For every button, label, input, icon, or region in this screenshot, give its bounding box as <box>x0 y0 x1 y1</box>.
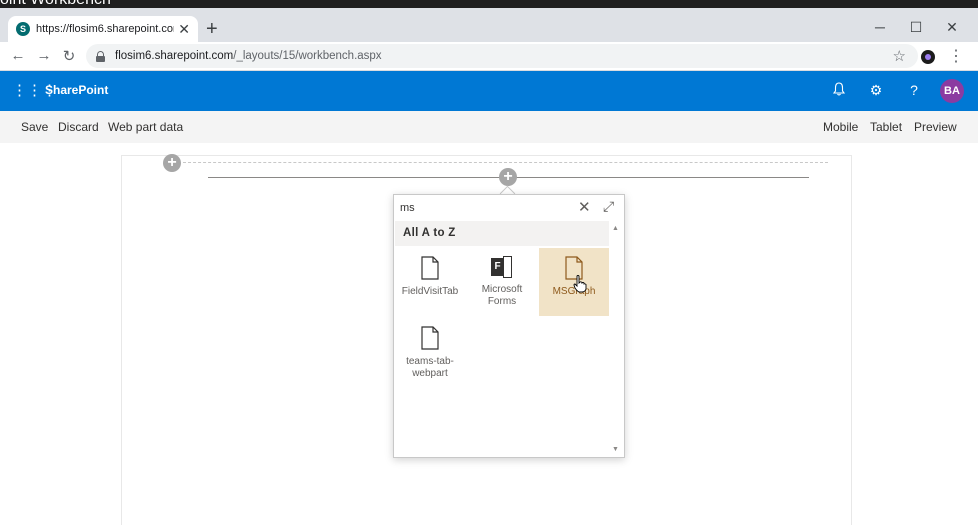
browser-toolbar: ← → ↻ flosim6.sharepoint.com/_layouts/15… <box>0 42 978 71</box>
save-button[interactable]: Save <box>21 120 48 134</box>
browser-tab[interactable]: S https://flosim6.sharepoint.com/_l ✕ <box>8 16 198 42</box>
clear-search-icon[interactable]: ✕ <box>578 198 591 216</box>
tab-close-icon[interactable]: ✕ <box>178 21 190 38</box>
tablet-preview-button[interactable]: Tablet <box>870 120 902 134</box>
forward-arrow-icon[interactable]: → <box>35 47 53 64</box>
mobile-preview-button[interactable]: Mobile <box>823 120 858 134</box>
app-launcher-icon[interactable]: ⋮⋮⋮ <box>12 83 57 99</box>
maximize-icon[interactable]: ☐ <box>906 19 926 36</box>
webpart-tile-microsoft-forms[interactable]: F Microsoft Forms <box>467 248 537 316</box>
avatar[interactable]: BA <box>940 79 964 103</box>
url-path: /_layouts/15/workbench.aspx <box>233 50 382 62</box>
preview-button[interactable]: Preview <box>914 120 957 134</box>
new-tab-button[interactable]: + <box>206 19 218 39</box>
brand-title[interactable]: SharePoint <box>45 83 108 97</box>
forms-icon: F <box>491 256 513 278</box>
suite-bar: ⋮⋮⋮ SharePoint ⚙ ? BA <box>0 71 978 111</box>
url-text: flosim6.sharepoint.com/_layouts/15/workb… <box>115 50 382 62</box>
scroll-up-icon[interactable]: ▲ <box>612 225 619 232</box>
tile-label: FieldVisitTab <box>401 286 459 297</box>
webpart-tile-fieldvisittab[interactable]: FieldVisitTab <box>395 248 465 316</box>
window-title: oint Workbench <box>0 0 111 8</box>
toolbox-search: ✕ ⤢ <box>394 195 624 221</box>
back-arrow-icon[interactable]: ← <box>9 47 27 64</box>
hand-cursor-icon <box>573 275 587 298</box>
command-bar: Save Discard Web part data Mobile Tablet… <box>0 111 978 143</box>
add-section-icon[interactable]: + <box>163 154 181 172</box>
tile-label: Microsoft Forms <box>481 284 523 307</box>
webpart-toolbox: ✕ ⤢ All A to Z ▲ ▼ FieldVisitTab F Micro… <box>393 194 625 458</box>
url-host: flosim6.sharepoint.com <box>115 50 234 62</box>
add-webpart-icon[interactable]: + <box>499 168 517 186</box>
web-part-data-button[interactable]: Web part data <box>108 120 183 134</box>
notifications-bell-icon[interactable] <box>830 82 848 99</box>
tile-label: teams-tab- webpart <box>406 356 454 379</box>
bookmark-star-icon[interactable]: ☆ <box>893 47 906 65</box>
address-bar[interactable]: flosim6.sharepoint.com/_layouts/15/workb… <box>86 44 918 68</box>
reload-icon[interactable]: ↻ <box>60 47 78 65</box>
document-icon <box>421 256 439 280</box>
browser-menu-icon[interactable]: ⋮ <box>948 46 964 66</box>
minimize-icon[interactable]: ─ <box>870 19 890 35</box>
close-window-icon[interactable]: ✕ <box>942 19 962 36</box>
browser-tabstrip: S https://flosim6.sharepoint.com/_l ✕ + … <box>0 8 978 42</box>
expand-toolbox-icon[interactable]: ⤢ <box>603 198 614 215</box>
document-icon <box>421 326 439 350</box>
window-titlebar <box>0 0 978 8</box>
sharepoint-favicon-icon: S <box>16 22 30 36</box>
search-input[interactable] <box>400 199 570 217</box>
scroll-down-icon[interactable]: ▼ <box>612 446 619 453</box>
lock-icon <box>96 51 105 62</box>
toolbox-scrollbar[interactable]: ▲ ▼ <box>609 221 623 457</box>
section-divider-dashed <box>183 162 828 163</box>
settings-gear-icon[interactable]: ⚙ <box>867 82 885 99</box>
webpart-tile-teams-tab-webpart[interactable]: teams-tab- webpart <box>395 318 465 386</box>
discard-button[interactable]: Discard <box>58 120 99 134</box>
extension-icon[interactable] <box>921 50 935 64</box>
help-icon[interactable]: ? <box>905 82 923 98</box>
tab-title: https://flosim6.sharepoint.com/_l <box>36 23 174 35</box>
section-title: All A to Z <box>395 221 609 246</box>
